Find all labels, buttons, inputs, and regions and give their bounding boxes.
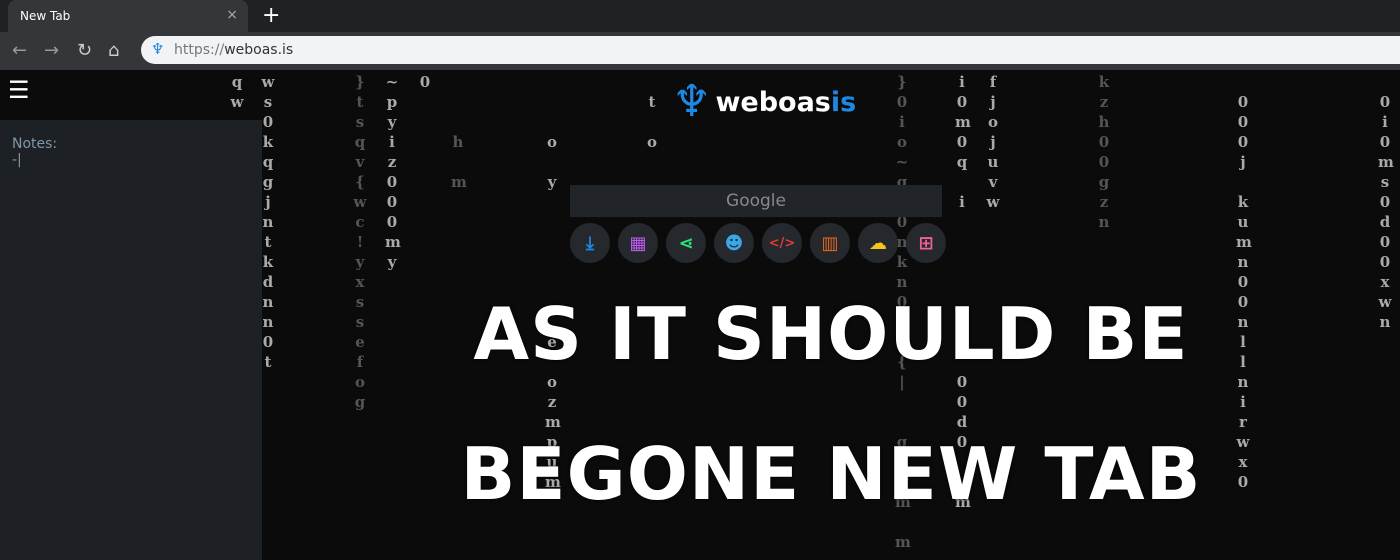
home-icon[interactable]: ⌂ <box>108 40 119 61</box>
palm-logo-icon: ♆ <box>672 76 712 127</box>
download-icon[interactable]: ⤓ <box>570 223 610 263</box>
film-icon[interactable]: ▦ <box>618 223 658 263</box>
matrix-column: f j o j u v w <box>986 73 1000 211</box>
url-scheme: https:// <box>174 42 225 58</box>
tab-new-tab[interactable]: New Tab × <box>8 0 248 32</box>
cloud-icon[interactable]: ☁ <box>858 223 898 263</box>
matrix-column: t o <box>646 93 657 151</box>
share-icon[interactable]: ⋖ <box>666 223 706 263</box>
url-host: weboas.is <box>224 42 294 58</box>
weboasis-logo[interactable]: ♆ weboasis <box>672 74 856 130</box>
shortcut-bar: ⤓ ▦ ⋖ ☻ </> ▥ ☁ ⊞ <box>570 223 946 263</box>
browser-toolbar: ← → ↻ ⌂ ♆ https://weboas.is <box>0 32 1400 70</box>
matrix-column: o y e o z m p u m <box>545 133 561 491</box>
back-icon[interactable]: ← <box>12 40 27 61</box>
brand-name: weboas <box>715 86 831 118</box>
close-tab-icon[interactable]: × <box>226 7 238 23</box>
matrix-column: 0 0 0 j k u m n 0 0 n l l n i r w x 0 <box>1236 93 1252 491</box>
headline-line-2: BEGONE NEW TAB <box>460 432 1202 516</box>
new-tab-button[interactable]: + <box>262 3 280 28</box>
notes-label: Notes: <box>12 136 58 152</box>
tab-title: New Tab <box>20 9 71 23</box>
site-favicon-icon: ♆ <box>151 40 165 58</box>
reload-icon[interactable]: ↻ <box>77 40 92 61</box>
address-bar[interactable]: ♆ https://weboas.is <box>141 36 1400 64</box>
book-icon[interactable]: ▥ <box>810 223 850 263</box>
matrix-column: k z h 0 0 g z n <box>1098 73 1110 231</box>
notes-panel: Notes: -| <box>0 120 262 560</box>
headline-line-1: AS IT SHOULD BE <box>473 292 1189 376</box>
tab-strip: New Tab × + <box>0 0 1400 32</box>
matrix-column: ~ p y i z 0 0 0 m y <box>385 73 401 271</box>
code-icon[interactable]: </> <box>762 223 802 263</box>
sitemap-icon[interactable]: ⊞ <box>906 223 946 263</box>
page-content: q ww s 0 k q g j n t k d n n 0 t} t s q … <box>0 70 1400 560</box>
forward-icon[interactable]: → <box>44 40 59 61</box>
matrix-column: 0 <box>419 73 431 91</box>
matrix-column: q w <box>230 73 244 111</box>
menu-icon[interactable]: ☰ <box>8 78 30 102</box>
notes-textarea[interactable]: -| <box>12 152 250 168</box>
matrix-column: h m <box>451 133 467 191</box>
reddit-icon[interactable]: ☻ <box>714 223 754 263</box>
brand-name-accent: is <box>830 86 857 118</box>
search-input[interactable]: Google <box>570 185 942 217</box>
